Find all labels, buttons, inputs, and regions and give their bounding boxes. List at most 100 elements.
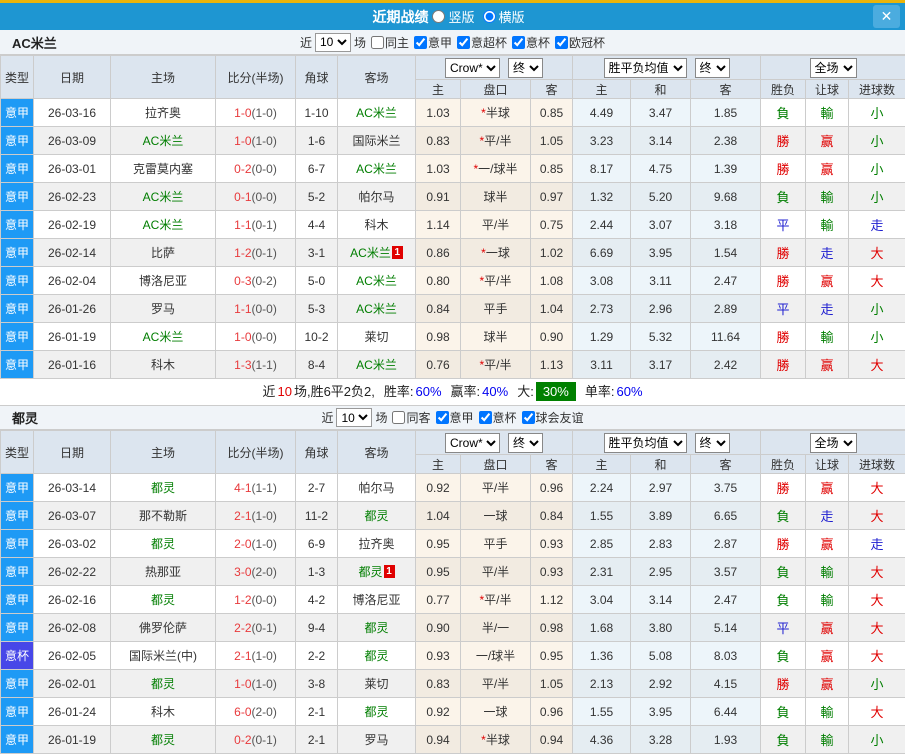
- league-checkbox[interactable]: [479, 411, 492, 424]
- league-checkbox[interactable]: [522, 411, 535, 424]
- home-team-name: 国际米兰(中): [129, 649, 197, 663]
- scope-select[interactable]: 全场: [810, 58, 857, 78]
- team-name: 都灵: [12, 408, 38, 427]
- result-goals: 小: [849, 295, 905, 323]
- odds-company-select[interactable]: Crow*: [445, 433, 500, 453]
- league-type: 意甲: [1, 267, 34, 295]
- score-fulltime: 6-0: [234, 705, 251, 719]
- league-filter[interactable]: 意甲: [434, 409, 474, 426]
- match-date: 26-02-19: [34, 211, 111, 239]
- mean-away: 2.47: [691, 267, 761, 295]
- league-checkbox[interactable]: [512, 36, 525, 49]
- same-venue-filter[interactable]: 同主: [369, 34, 409, 51]
- away-odds: 0.96: [531, 474, 573, 502]
- result-handicap: 赢: [806, 642, 849, 670]
- league-checkbox[interactable]: [436, 411, 449, 424]
- odds-time-select[interactable]: 终: [508, 433, 543, 453]
- result-goals: 大: [849, 614, 905, 642]
- league-checkbox[interactable]: [555, 36, 568, 49]
- away-odds: 0.97: [531, 183, 573, 211]
- league-filter[interactable]: 意杯: [477, 409, 517, 426]
- home-team: AC米兰: [111, 127, 216, 155]
- league-filter[interactable]: 意超杯: [455, 34, 507, 51]
- result-wdl: 勝: [761, 323, 806, 351]
- mean-home: 3.04: [573, 586, 631, 614]
- mean-type-select[interactable]: 胜平负均值: [604, 58, 687, 78]
- mean-time-select[interactable]: 终: [695, 58, 730, 78]
- score-fulltime: 0-2: [234, 162, 251, 176]
- subheader-goals: 进球数: [849, 80, 905, 99]
- corner-score: 5-3: [296, 295, 338, 323]
- score-halftime: (1-0): [252, 134, 277, 148]
- star-marker: *: [481, 733, 486, 747]
- same-venue-checkbox[interactable]: [392, 411, 405, 424]
- match-count-select[interactable]: 10: [315, 33, 351, 52]
- league-type: 意甲: [1, 351, 34, 379]
- mean-draw: 3.07: [631, 211, 691, 239]
- match-row: 意甲26-01-19都灵0-2(0-1)2-1罗马0.94*半球0.944.36…: [1, 726, 905, 754]
- mean-away: 1.39: [691, 155, 761, 183]
- subheader-result: 胜负: [761, 455, 806, 474]
- layout-horizontal-option[interactable]: 横版: [483, 7, 525, 26]
- league-filter-label: 意甲: [450, 409, 474, 426]
- mean-away: 3.75: [691, 474, 761, 502]
- mean-away: 8.03: [691, 642, 761, 670]
- star-marker: *: [479, 593, 484, 607]
- league-filter[interactable]: 球会友谊: [520, 409, 584, 426]
- filter-near-label: 近: [300, 34, 312, 51]
- away-team: 帕尔马: [338, 183, 416, 211]
- same-venue-checkbox[interactable]: [371, 36, 384, 49]
- mean-home: 1.68: [573, 614, 631, 642]
- league-type: 意甲: [1, 614, 34, 642]
- result-handicap: 走: [806, 295, 849, 323]
- score-fulltime: 2-1: [234, 509, 251, 523]
- mean-type-select[interactable]: 胜平负均值: [604, 433, 687, 453]
- layout-vertical-option[interactable]: 竖版: [432, 7, 474, 26]
- home-team: 热那亚: [111, 558, 216, 586]
- result-handicap: 輸: [806, 211, 849, 239]
- league-filter[interactable]: 意杯: [510, 34, 550, 51]
- home-team-name: 都灵: [151, 733, 175, 747]
- match-row: 意甲26-03-07那不勒斯2-1(1-0)11-2都灵1.04一球0.841.…: [1, 502, 905, 530]
- match-row: 意甲26-02-19AC米兰1-1(0-1)4-4科木1.14平/半0.752.…: [1, 211, 905, 239]
- league-checkbox[interactable]: [414, 36, 427, 49]
- close-icon[interactable]: ✕: [873, 5, 900, 28]
- odds-company-select[interactable]: Crow*: [445, 58, 500, 78]
- away-odds: 0.90: [531, 323, 573, 351]
- home-odds: 0.84: [416, 295, 461, 323]
- odds-time-select[interactable]: 终: [508, 58, 543, 78]
- same-venue-filter[interactable]: 同客: [390, 409, 430, 426]
- away-odds: 1.02: [531, 239, 573, 267]
- result-goals: 大: [849, 698, 905, 726]
- away-odds: 0.93: [531, 530, 573, 558]
- match-count-select[interactable]: 10: [336, 408, 372, 427]
- result-wdl: 負: [761, 558, 806, 586]
- league-filter[interactable]: 意甲: [412, 34, 452, 51]
- mean-time-select[interactable]: 终: [695, 433, 730, 453]
- league-filter[interactable]: 欧冠杯: [553, 34, 605, 51]
- handicap-line: 平/半: [461, 670, 531, 698]
- result-goals: 小: [849, 183, 905, 211]
- home-team: 那不勒斯: [111, 502, 216, 530]
- score-halftime: (0-0): [252, 302, 277, 316]
- result-goals: 小: [849, 726, 905, 754]
- result-handicap: 走: [806, 502, 849, 530]
- result-goals: 大: [849, 558, 905, 586]
- corner-score: 4-4: [296, 211, 338, 239]
- vertical-radio[interactable]: [432, 10, 445, 23]
- bigrate-label: 大:: [517, 384, 534, 399]
- league-checkbox[interactable]: [457, 36, 470, 49]
- match-row: 意甲26-02-22热那亚3-0(2-0)1-3都灵10.95平/半0.932.…: [1, 558, 905, 586]
- handicap-line: 半/一: [461, 614, 531, 642]
- away-team: 博洛尼亚: [338, 586, 416, 614]
- match-score: 1-0(1-0): [216, 127, 296, 155]
- home-team: 国际米兰(中): [111, 642, 216, 670]
- scope-select[interactable]: 全场: [810, 433, 857, 453]
- home-team-name: 比萨: [151, 246, 175, 260]
- match-date: 26-02-08: [34, 614, 111, 642]
- score-fulltime: 0-3: [234, 274, 251, 288]
- mean-away: 1.54: [691, 239, 761, 267]
- horizontal-radio[interactable]: [483, 10, 496, 23]
- result-goals: 大: [849, 239, 905, 267]
- match-row: 意甲26-03-01克雷莫内塞0-2(0-0)6-7AC米兰1.03*一/球半0…: [1, 155, 905, 183]
